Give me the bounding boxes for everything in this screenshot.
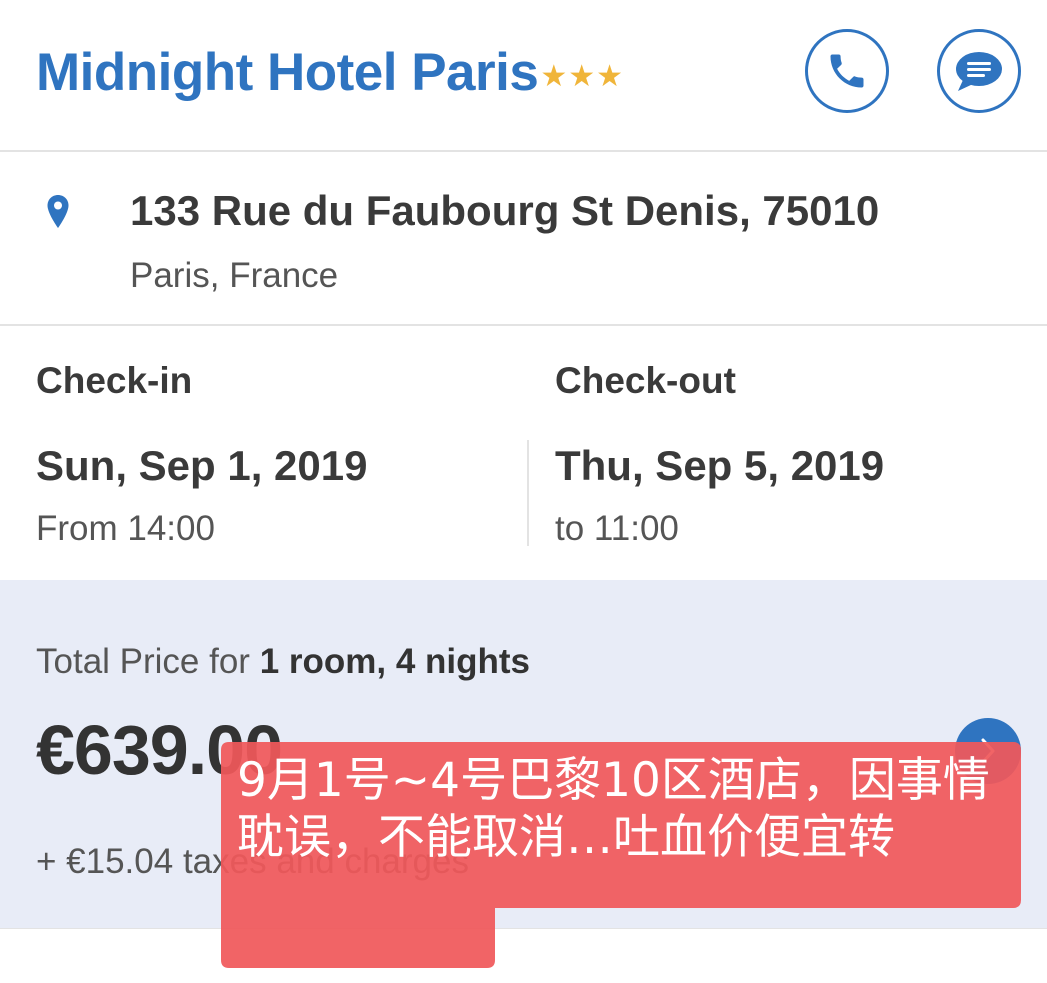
- price-heading: Total Price for 1 room, 4 nights: [36, 642, 530, 682]
- dates-divider: [527, 440, 529, 546]
- call-button[interactable]: [805, 29, 889, 113]
- address-line-1: 133 Rue du Faubourg St Denis, 75010: [130, 187, 880, 234]
- location-pin-icon: [47, 195, 69, 228]
- check-in-label: Check-in: [36, 360, 193, 401]
- check-in-date: Sun, Sep 1, 2019: [36, 442, 368, 489]
- hotel-header: Midnight Hotel Paris★★★: [0, 0, 1047, 152]
- stay-dates: Check-in Sun, Sep 1, 2019 From 14:00 Che…: [0, 328, 1047, 580]
- check-out-date: Thu, Sep 5, 2019: [555, 442, 885, 489]
- caption-overlay: 9月1号~4号巴黎10区酒店，因事情耽误，不能取消…吐血价便宜转: [221, 742, 1021, 968]
- phone-icon: [830, 54, 864, 88]
- chat-bubble-icon: [956, 52, 1002, 91]
- caption-text: 9月1号~4号巴黎10区酒店，因事情耽误，不能取消…吐血价便宜转: [237, 753, 990, 865]
- check-out-time: to 11:00: [555, 509, 679, 548]
- message-button[interactable]: [937, 29, 1021, 113]
- star-rating: ★★★: [540, 60, 625, 93]
- hotel-address: 133 Rue du Faubourg St Denis, 75010 Pari…: [0, 154, 1047, 326]
- price-heading-rooms: 1 room, 4 nights: [259, 642, 531, 681]
- hotel-title: Midnight Hotel Paris★★★: [36, 42, 624, 103]
- check-in-time: From 14:00: [36, 509, 215, 548]
- address-line-2: Paris, France: [130, 256, 339, 295]
- check-out-label: Check-out: [555, 360, 736, 401]
- hotel-name: Midnight Hotel Paris: [36, 43, 539, 102]
- price-heading-prefix: Total Price for: [36, 642, 260, 681]
